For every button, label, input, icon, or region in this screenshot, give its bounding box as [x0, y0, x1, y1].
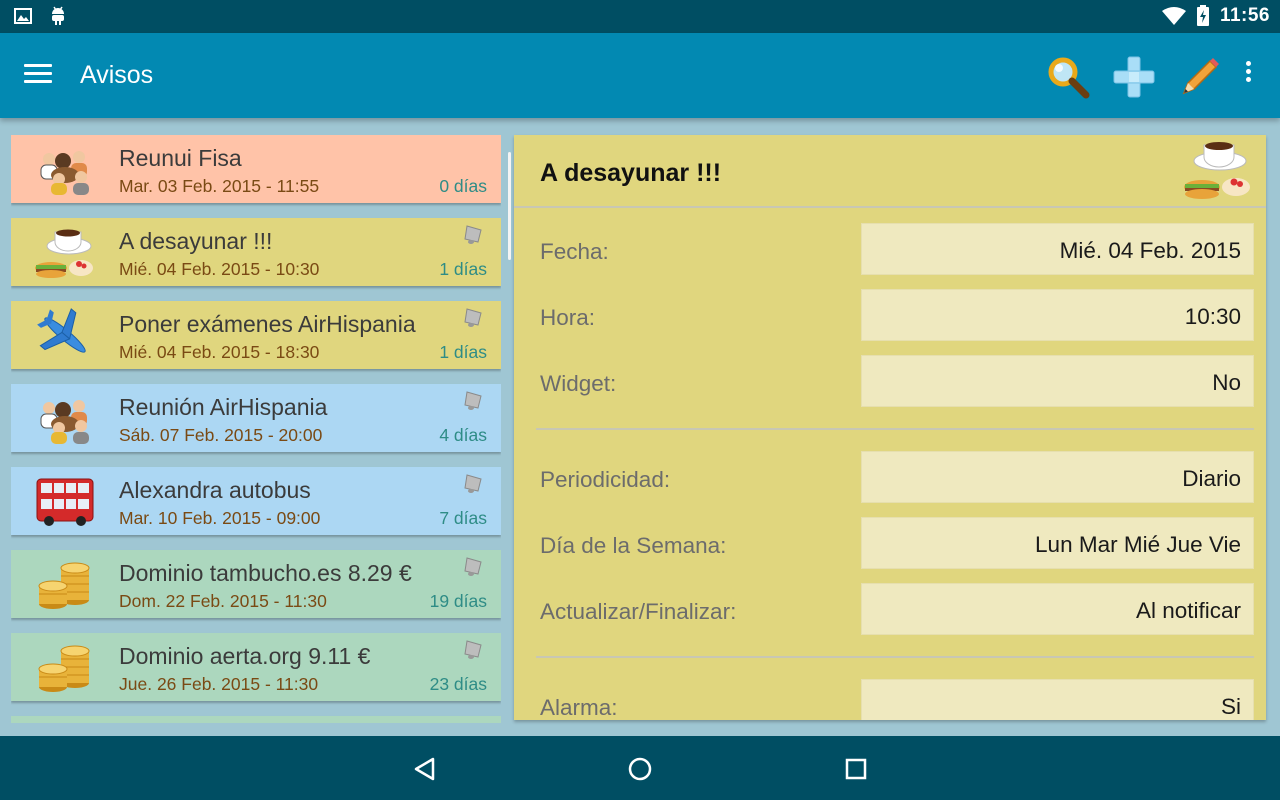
field-value-actualizar[interactable]: Al notificar: [861, 583, 1254, 635]
divider: [536, 428, 1254, 430]
overflow-menu-icon[interactable]: [1238, 61, 1258, 93]
field-label-actualizar: Actualizar/Finalizar:: [540, 599, 737, 624]
field-label-dia-semana: Día de la Semana:: [540, 533, 727, 558]
field-value-dia-semana[interactable]: Lun Mar Mié Jue Vie: [861, 517, 1254, 569]
field-value-fecha[interactable]: Mié. 04 Feb. 2015: [861, 223, 1254, 275]
bell-icon: [464, 474, 482, 493]
field-value-widget[interactable]: No: [861, 355, 1254, 407]
item-date: Mar. 03 Feb. 2015 - 11:55: [119, 176, 320, 196]
item-days: 0 días: [439, 176, 487, 196]
wifi-icon: [1161, 7, 1186, 25]
app-bar: Avisos: [0, 33, 1280, 118]
list-item[interactable]: Alexandra autobus Mar. 10 Feb. 2015 - 09…: [11, 467, 501, 535]
edit-icon[interactable]: [1176, 53, 1224, 101]
item-days: 1 días: [439, 259, 487, 279]
list-item[interactable]: Reunui Fisa Mar. 03 Feb. 2015 - 11:55 0 …: [11, 135, 501, 203]
field-label-hora: Hora:: [540, 305, 596, 330]
item-days: 23 días: [429, 674, 487, 694]
list-item[interactable]: Dominio aerta.org 9.11 € Jue. 26 Feb. 20…: [11, 633, 501, 701]
recents-icon[interactable]: [841, 754, 871, 784]
breakfast-icon: [35, 229, 93, 278]
back-icon[interactable]: [410, 754, 440, 784]
app-title: Avisos: [80, 61, 154, 89]
item-title: Poner exámenes AirHispania: [119, 311, 416, 337]
bell-icon: [464, 308, 482, 327]
item-date: Jue. 26 Feb. 2015 - 11:30: [119, 674, 319, 694]
breakfast-icon: [1184, 142, 1250, 199]
item-title: Alexandra autobus: [119, 477, 311, 503]
item-days: 19 días: [429, 591, 487, 611]
field-value-alarma[interactable]: Si: [861, 679, 1254, 720]
item-date: Mar. 10 Feb. 2015 - 09:00: [119, 508, 321, 528]
list-scrollbar[interactable]: [508, 152, 511, 260]
battery-icon: [1196, 5, 1209, 26]
detail-title: A desayunar !!!: [540, 159, 722, 187]
status-bar: 11:56: [0, 0, 1280, 33]
field-value-periodicidad[interactable]: Diario: [861, 451, 1254, 503]
meeting-icon: [40, 151, 89, 195]
item-days: 7 días: [439, 508, 487, 528]
field-label-fecha: Fecha:: [540, 239, 609, 264]
item-days: 1 días: [439, 342, 487, 362]
airplane-icon: [37, 308, 86, 353]
item-title: A desayunar !!!: [119, 228, 273, 254]
home-icon[interactable]: [625, 754, 655, 784]
list-item-partial[interactable]: [11, 716, 501, 723]
bell-icon: [464, 225, 482, 244]
search-icon[interactable]: [1044, 53, 1092, 101]
image-icon: [14, 8, 32, 24]
reminder-list: Reunui Fisa Mar. 03 Feb. 2015 - 11:55 0 …: [11, 135, 501, 723]
android-icon: [52, 6, 64, 25]
bus-icon: [36, 478, 94, 526]
list-item[interactable]: Dominio tambucho.es 8.29 € Dom. 22 Feb. …: [11, 550, 501, 618]
bell-icon: [464, 557, 482, 576]
coins-icon: [38, 645, 90, 692]
item-title: Reunui Fisa: [119, 145, 242, 171]
field-label-alarma: Alarma:: [540, 695, 618, 720]
item-date: Sáb. 07 Feb. 2015 - 20:00: [119, 425, 323, 445]
item-date: Mié. 04 Feb. 2015 - 18:30: [119, 342, 320, 362]
detail-header: A desayunar !!!: [514, 135, 1266, 208]
clock: 11:56: [1219, 5, 1270, 26]
menu-icon[interactable]: [24, 64, 52, 86]
divider: [536, 656, 1254, 658]
meeting-icon: [40, 400, 89, 444]
add-icon[interactable]: [1110, 53, 1158, 101]
item-date: Dom. 22 Feb. 2015 - 11:30: [119, 591, 327, 611]
bell-icon: [464, 640, 482, 659]
bell-icon: [464, 391, 482, 410]
item-date: Mié. 04 Feb. 2015 - 10:30: [119, 259, 320, 279]
item-title: Dominio tambucho.es 8.29 €: [119, 560, 412, 586]
field-label-widget: Widget:: [540, 371, 617, 396]
item-title: Dominio aerta.org 9.11 €: [119, 643, 371, 669]
list-item[interactable]: Reunión AirHispania Sáb. 07 Feb. 2015 - …: [11, 384, 501, 452]
list-item[interactable]: A desayunar !!! Mié. 04 Feb. 2015 - 10:3…: [11, 218, 501, 286]
field-label-periodicidad: Periodicidad:: [540, 467, 671, 492]
coins-icon: [38, 562, 90, 609]
detail-panel: A desayunar !!! Fecha: Mié. 04 Feb. 2015…: [514, 135, 1266, 720]
field-value-hora[interactable]: 10:30: [861, 289, 1254, 341]
list-item[interactable]: Poner exámenes AirHispania Mié. 04 Feb. …: [11, 301, 501, 369]
item-title: Reunión AirHispania: [119, 394, 328, 420]
navigation-bar: [0, 736, 1280, 800]
item-days: 4 días: [439, 425, 487, 445]
